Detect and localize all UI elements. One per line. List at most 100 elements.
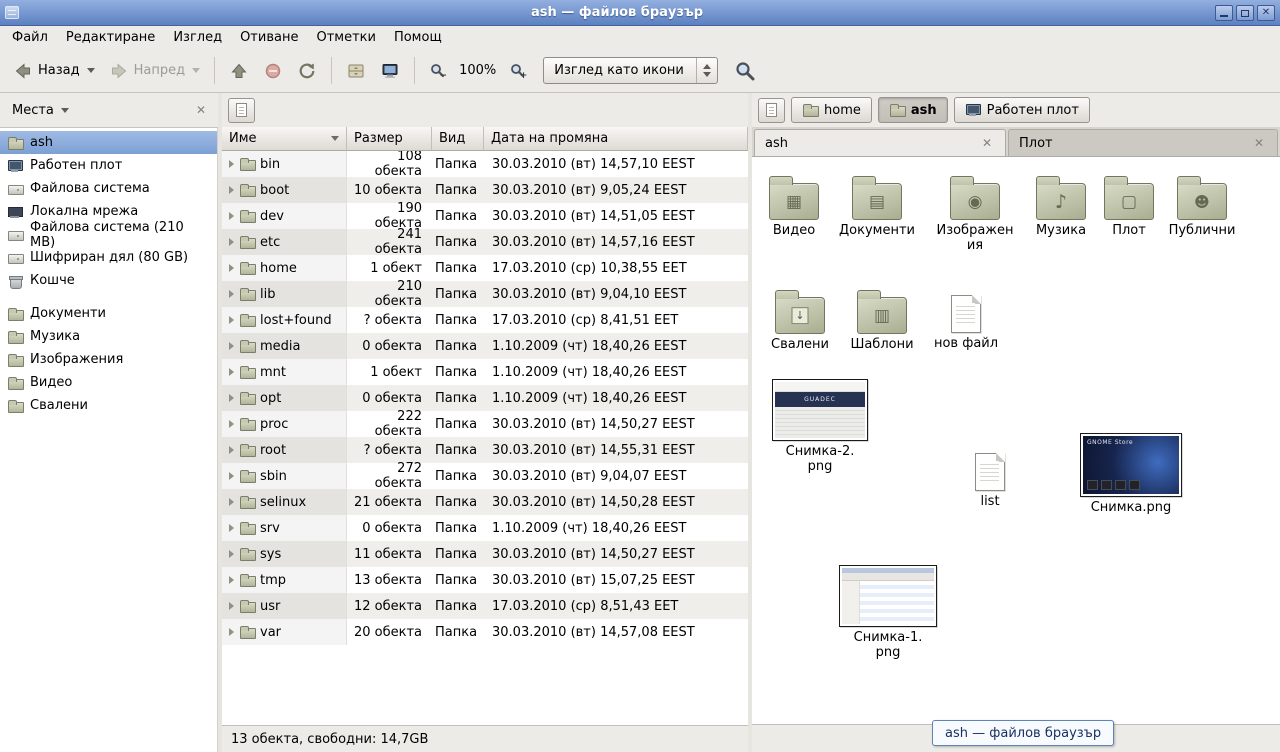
table-row[interactable]: selinux 21 обекта Папка 30.03.2010 (вт) …	[222, 489, 748, 515]
table-row[interactable]: dev 190 обекта Папка 30.03.2010 (вт) 14,…	[222, 203, 748, 229]
sidebar-selector-caret-icon[interactable]	[61, 108, 69, 113]
titlebar[interactable]: ash — файлов браузър	[0, 0, 1280, 26]
expander-icon[interactable]	[229, 550, 234, 558]
expander-icon[interactable]	[229, 290, 234, 298]
sidebar-item[interactable]: Видео	[0, 371, 217, 394]
sidebar-item[interactable]: Музика	[0, 325, 217, 348]
expander-icon[interactable]	[229, 498, 234, 506]
zoom-out-button[interactable]: −	[422, 57, 453, 84]
menu-item[interactable]: Помощ	[385, 26, 451, 49]
table-row[interactable]: boot 10 обекта Папка 30.03.2010 (вт) 9,0…	[222, 177, 748, 203]
column-header-type[interactable]: Вид	[432, 127, 484, 151]
minimize-button[interactable]	[1215, 5, 1233, 21]
sidebar-item[interactable]: ash	[0, 131, 217, 154]
sidebar-close-icon[interactable]	[192, 101, 210, 120]
menu-item[interactable]: Изглед	[164, 26, 231, 49]
menu-item[interactable]: Отметки	[307, 26, 384, 49]
computer-button[interactable]	[373, 56, 407, 86]
view-mode-spinner[interactable]	[696, 58, 717, 83]
stop-button[interactable]	[256, 56, 290, 86]
icon-item-desktop[interactable]: Плот	[1087, 175, 1171, 239]
expander-icon[interactable]	[229, 264, 234, 272]
expander-icon[interactable]	[229, 186, 234, 194]
table-row[interactable]: mnt 1 обект Папка 1.10.2009 (чт) 18,40,2…	[222, 359, 748, 385]
table-row[interactable]: lost+found ? обекта Папка 17.03.2010 (ср…	[222, 307, 748, 333]
expander-icon[interactable]	[229, 368, 234, 376]
table-row[interactable]: proc 222 обекта Папка 30.03.2010 (вт) 14…	[222, 411, 748, 437]
home-button[interactable]	[339, 56, 373, 86]
table-row[interactable]: sys 11 обекта Папка 30.03.2010 (вт) 14,5…	[222, 541, 748, 567]
table-row[interactable]: usr 12 обекта Папка 17.03.2010 (ср) 8,51…	[222, 593, 748, 619]
table-row[interactable]: sbin 272 обекта Папка 30.03.2010 (вт) 9,…	[222, 463, 748, 489]
icon-item-snimka[interactable]: GNOME Store Снимка.png	[1078, 433, 1184, 516]
view-mode-select[interactable]: Изглед като икони	[543, 57, 718, 84]
menu-item[interactable]: Файл	[3, 26, 57, 49]
table-row[interactable]: lib 210 обекта Папка 30.03.2010 (вт) 9,0…	[222, 281, 748, 307]
up-button[interactable]	[222, 56, 256, 86]
icon-item-templates[interactable]: Шаблони	[840, 289, 924, 353]
tab-plot[interactable]: Плот	[1008, 129, 1278, 156]
expander-icon[interactable]	[229, 602, 234, 610]
icon-item-public[interactable]: Публични	[1160, 175, 1244, 239]
icon-item-list[interactable]: list	[948, 449, 1032, 510]
sidebar-item[interactable]: Документи	[0, 302, 217, 325]
expander-icon[interactable]	[229, 342, 234, 350]
reload-button[interactable]	[290, 56, 324, 86]
table-row[interactable]: bin 108 обекта Папка 30.03.2010 (вт) 14,…	[222, 151, 748, 177]
zoom-in-button[interactable]: +	[502, 57, 533, 84]
back-history-caret-icon[interactable]	[87, 68, 95, 73]
close-button[interactable]	[1257, 5, 1275, 21]
menu-item[interactable]: Отиване	[231, 26, 307, 49]
sidebar-item[interactable]: Шифриран дял (80 GB)	[0, 246, 217, 269]
icon-item-snimka2[interactable]: GUADEC Снимка-2.png	[770, 379, 870, 475]
column-header-name[interactable]: Име	[222, 127, 347, 151]
expander-icon[interactable]	[229, 316, 234, 324]
forward-button[interactable]: Напред	[102, 56, 207, 86]
table-row[interactable]: tmp 13 обекта Папка 30.03.2010 (вт) 15,0…	[222, 567, 748, 593]
taskbar-window-button[interactable]: ash — файлов браузър	[932, 720, 1114, 746]
sidebar-item[interactable]: Файлова система	[0, 177, 217, 200]
sidebar-item[interactable]: Изображения	[0, 348, 217, 371]
table-row[interactable]: etc 241 обекта Папка 30.03.2010 (вт) 14,…	[222, 229, 748, 255]
icon-item-pictures[interactable]: Изображения	[933, 175, 1017, 254]
icon-item-documents[interactable]: Документи	[835, 175, 919, 239]
sidebar-item[interactable]: Кошче	[0, 269, 217, 292]
icon-item-downloads[interactable]: ↓ Свалени	[758, 289, 842, 353]
back-button[interactable]: Назад	[6, 56, 102, 86]
tab-ash[interactable]: ash	[754, 129, 1006, 156]
column-header-date[interactable]: Дата на промяна	[484, 127, 748, 151]
sidebar-item[interactable]: Файлова система (210 MB)	[0, 223, 217, 246]
expander-icon[interactable]	[229, 628, 234, 636]
tab-close-icon[interactable]	[979, 135, 995, 152]
location-toggle-button[interactable]	[228, 98, 255, 123]
icon-item-snimka1[interactable]: Снимка-1.png	[838, 565, 938, 661]
breadcrumb-home[interactable]: home	[791, 97, 872, 123]
table-row[interactable]: home 1 обект Папка 17.03.2010 (ср) 10,38…	[222, 255, 748, 281]
expander-icon[interactable]	[229, 212, 234, 220]
icon-item-new-file[interactable]: нов файл	[924, 291, 1008, 352]
table-row[interactable]: var 20 обекта Папка 30.03.2010 (вт) 14,5…	[222, 619, 748, 645]
search-button[interactable]	[730, 56, 760, 86]
maximize-button[interactable]	[1236, 5, 1254, 21]
location-toggle-button[interactable]	[758, 98, 785, 123]
expander-icon[interactable]	[229, 576, 234, 584]
breadcrumb-ash[interactable]: ash	[878, 97, 948, 123]
expander-icon[interactable]	[229, 472, 234, 480]
sidebar-item[interactable]: Работен плот	[0, 154, 217, 177]
icon-item-video[interactable]: Видео	[752, 175, 836, 239]
expander-icon[interactable]	[229, 524, 234, 532]
expander-icon[interactable]	[229, 420, 234, 428]
menu-item[interactable]: Редактиране	[57, 26, 164, 49]
expander-icon[interactable]	[229, 160, 234, 168]
sidebar-item[interactable]: Свалени	[0, 394, 217, 417]
expander-icon[interactable]	[229, 238, 234, 246]
expander-icon[interactable]	[229, 446, 234, 454]
column-header-size[interactable]: Размер	[347, 127, 432, 151]
table-row[interactable]: root ? обекта Папка 30.03.2010 (вт) 14,5…	[222, 437, 748, 463]
table-row[interactable]: srv 0 обекта Папка 1.10.2009 (чт) 18,40,…	[222, 515, 748, 541]
table-row[interactable]: media 0 обекта Папка 1.10.2009 (чт) 18,4…	[222, 333, 748, 359]
expander-icon[interactable]	[229, 394, 234, 402]
tab-close-icon[interactable]	[1251, 135, 1267, 152]
table-row[interactable]: opt 0 обекта Папка 1.10.2009 (чт) 18,40,…	[222, 385, 748, 411]
breadcrumb-desktop[interactable]: Работен плот	[954, 97, 1090, 123]
